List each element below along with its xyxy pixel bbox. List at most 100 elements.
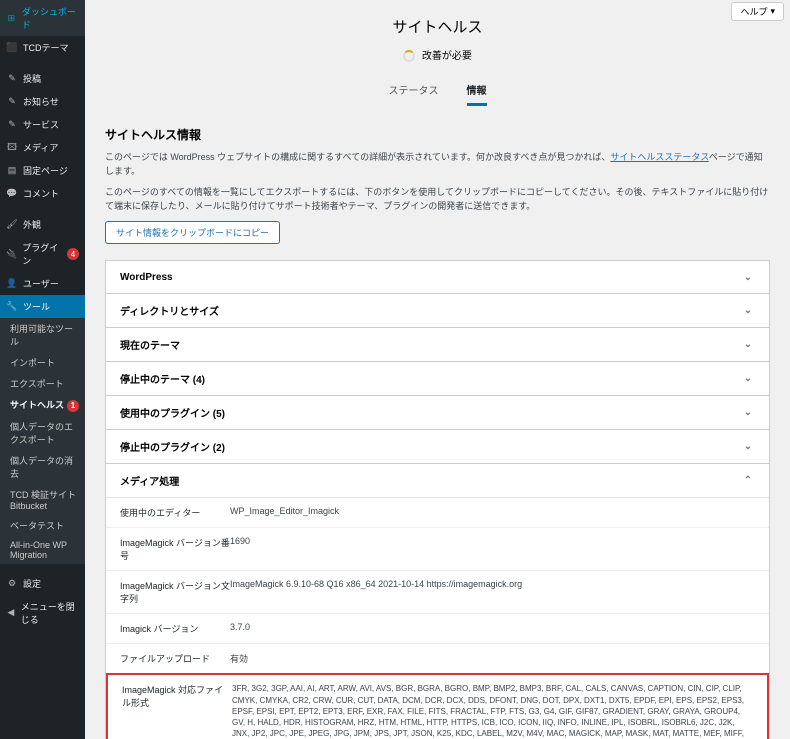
accordion-title: WordPress <box>120 272 173 283</box>
accordion-title: 現在のテーマ <box>120 337 180 352</box>
sidebar-item[interactable]: ◀メニューを閉じる <box>0 595 85 631</box>
accordion-section: 停止中のプラグイン (2) ⌄ <box>105 430 770 464</box>
sidebar-label: ツール <box>23 300 50 313</box>
copy-info-button[interactable]: サイト情報をクリップボードにコピー <box>105 221 280 244</box>
description-1: このページでは WordPress ウェブサイトの構成に関するすべての詳細が表示… <box>105 151 770 178</box>
sidebar-item[interactable]: ✎サービス <box>0 113 85 136</box>
accordion-header[interactable]: ディレクトリとサイズ ⌄ <box>106 294 769 327</box>
info-value: ImageMagick 6.9.10-68 Q16 x86_64 2021-10… <box>230 579 755 605</box>
accordion-section: メディア処理 ⌃ 使用中のエディター WP_Image_Editor_Imagi… <box>105 464 770 739</box>
accordion-header[interactable]: 停止中のプラグイン (2) ⌄ <box>106 430 769 463</box>
health-status-link[interactable]: サイトヘルスステータス <box>610 152 708 162</box>
accordion-header[interactable]: メディア処理 ⌃ <box>106 464 769 497</box>
sidebar-label: プラグイン <box>22 241 59 267</box>
accordion-section: 停止中のテーマ (4) ⌄ <box>105 362 770 396</box>
sidebar-item[interactable]: 🖌 外観 <box>0 213 85 236</box>
sidebar-subitem[interactable]: サイトヘルス1 <box>0 394 85 416</box>
sidebar-item[interactable]: ⚙ 設定 <box>0 572 85 595</box>
sidebar-item[interactable]: 👤ユーザー <box>0 272 85 295</box>
section-title: サイトヘルス情報 <box>105 126 770 143</box>
sidebar-label: 個人データの消去 <box>10 456 73 479</box>
sidebar-label: ダッシュボード <box>22 5 79 31</box>
count-badge: 4 <box>67 248 79 260</box>
accordion-title: 使用中のプラグイン (5) <box>120 405 225 420</box>
accordion-title: ディレクトリとサイズ <box>120 303 219 318</box>
accordion-header[interactable]: 停止中のテーマ (4) ⌄ <box>106 362 769 395</box>
health-status: 改善が必要 <box>105 47 770 62</box>
accordion-title: メディア処理 <box>120 473 179 488</box>
sidebar-label: 外観 <box>23 218 41 231</box>
sidebar-subitem[interactable]: エクスポート <box>0 373 85 394</box>
sidebar-subitem[interactable]: インポート <box>0 352 85 373</box>
tool-icon: 🔧 <box>6 301 18 313</box>
tab-status[interactable]: ステータス <box>389 76 439 106</box>
info-label: ImageMagick 対応ファイル形式 <box>122 683 232 739</box>
theme-icon: ⬛ <box>6 42 18 54</box>
chevron-down-icon: ⌄ <box>741 338 755 352</box>
info-label: ImageMagick バージョン番号 <box>120 536 230 562</box>
admin-sidebar: ⊞ダッシュボード⬛TCDテーマ ✎投稿✎お知らせ✎サービス🖾メディア▤固定ページ… <box>0 0 85 739</box>
accordion-section: WordPress ⌄ <box>105 260 770 294</box>
accordion-section: 使用中のプラグイン (5) ⌄ <box>105 396 770 430</box>
sidebar-subitem[interactable]: All-in-One WP Migration <box>0 536 85 564</box>
count-badge: 1 <box>67 400 79 412</box>
sidebar-label: 投稿 <box>23 72 41 85</box>
info-value: 3.7.0 <box>230 622 755 635</box>
help-button[interactable]: ヘルプ ▾ <box>731 2 784 21</box>
sidebar-label: エクスポート <box>10 379 64 389</box>
sidebar-label: メニューを閉じる <box>21 600 79 626</box>
accordion-section: ディレクトリとサイズ ⌄ <box>105 294 770 328</box>
info-value: WP_Image_Editor_Imagick <box>230 506 755 519</box>
sidebar-label: TCD 検証サイト Bitbucket <box>10 490 76 511</box>
sidebar-item[interactable]: ⬛TCDテーマ <box>0 36 85 59</box>
sidebar-label: 利用可能なツール <box>10 324 73 347</box>
info-value: 1690 <box>230 536 755 562</box>
chevron-down-icon: ▾ <box>770 6 775 17</box>
page-icon: ▤ <box>6 165 18 177</box>
sidebar-item[interactable]: ▤固定ページ <box>0 159 85 182</box>
sidebar-subitem[interactable]: 個人データのエクスポート <box>0 416 85 450</box>
sidebar-item[interactable]: ✎お知らせ <box>0 90 85 113</box>
accordion-header[interactable]: WordPress ⌄ <box>106 261 769 293</box>
sidebar-subitem[interactable]: 利用可能なツール <box>0 318 85 352</box>
info-row: 使用中のエディター WP_Image_Editor_Imagick <box>106 498 769 527</box>
sidebar-label: 個人データのエクスポート <box>10 422 73 445</box>
info-label: 使用中のエディター <box>120 506 230 519</box>
chevron-down-icon: ⌄ <box>741 270 755 284</box>
sidebar-label: コメント <box>23 187 59 200</box>
sidebar-item[interactable]: 🔧 ツール <box>0 295 85 318</box>
sidebar-label: メディア <box>23 141 58 154</box>
info-row: Imagick バージョン 3.7.0 <box>106 613 769 643</box>
tabs: ステータス 情報 <box>105 76 770 106</box>
info-row: ImageMagick 対応ファイル形式 3FR, 3G2, 3GP, AAI,… <box>106 673 769 739</box>
sidebar-item[interactable]: 💬コメント <box>0 182 85 205</box>
sidebar-subitem[interactable]: TCD 検証サイト Bitbucket <box>0 484 85 515</box>
announce-icon: ✎ <box>6 96 18 108</box>
info-label: Imagick バージョン <box>120 622 230 635</box>
page-title: サイトヘルス <box>105 16 770 37</box>
appearance-icon: 🖌 <box>6 219 18 231</box>
sidebar-label: ベータテスト <box>10 521 64 531</box>
sidebar-subitem[interactable]: ベータテスト <box>0 515 85 536</box>
user-icon: 👤 <box>6 278 18 290</box>
sidebar-label: 設定 <box>23 577 41 590</box>
accordion-header[interactable]: 現在のテーマ ⌄ <box>106 328 769 361</box>
sidebar-item[interactable]: 🖾 メディア <box>0 136 85 159</box>
info-row: ImageMagick バージョン番号 1690 <box>106 527 769 570</box>
sidebar-item[interactable]: ⊞ダッシュボード <box>0 0 85 36</box>
sidebar-subitem[interactable]: 個人データの消去 <box>0 450 85 484</box>
accordion-title: 停止中のテーマ (4) <box>120 371 205 386</box>
info-label: ファイルアップロード <box>120 652 230 665</box>
media-icon: 🖾 <box>6 142 18 154</box>
description-2: このページのすべての情報を一覧にしてエクスポートするには、下のボタンを使用してク… <box>105 186 770 213</box>
chevron-down-icon: ⌄ <box>741 406 755 420</box>
sidebar-item[interactable]: 🔌プラグイン4 <box>0 236 85 272</box>
sidebar-label: インポート <box>10 358 55 368</box>
accordion-header[interactable]: 使用中のプラグイン (5) ⌄ <box>106 396 769 429</box>
sidebar-item[interactable]: ✎投稿 <box>0 67 85 90</box>
tab-info[interactable]: 情報 <box>467 76 487 106</box>
sidebar-label: All-in-One WP Migration <box>10 540 67 560</box>
info-value: 有効 <box>230 652 755 665</box>
settings-icon: ⚙ <box>6 577 18 589</box>
spinner-icon <box>403 50 415 62</box>
